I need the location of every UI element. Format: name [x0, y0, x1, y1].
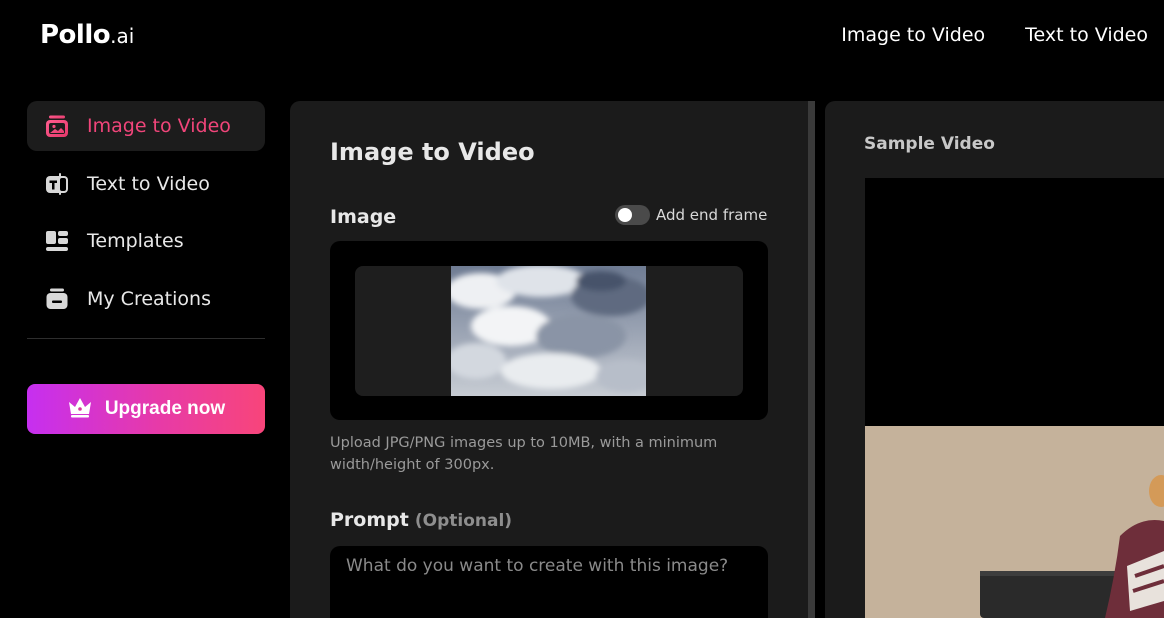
prompt-input[interactable]	[330, 546, 768, 618]
sample-video-frame	[865, 426, 1164, 618]
toggle-knob	[618, 208, 632, 222]
image-upload-area[interactable]	[330, 241, 768, 420]
creations-icon	[44, 286, 70, 312]
sidebar-item-image-to-video[interactable]: Image to Video	[27, 101, 265, 151]
add-end-frame-label: Add end frame	[656, 206, 768, 224]
sidebar-item-label: Image to Video	[87, 115, 231, 137]
sidebar-item-label: My Creations	[87, 287, 211, 310]
templates-icon	[44, 228, 70, 254]
logo-suffix-text: .ai	[110, 24, 135, 48]
image-to-video-panel: Image to Video Image Add end frame Uploa…	[290, 101, 808, 618]
upgrade-now-label: Upgrade now	[104, 397, 226, 419]
prompt-label: Prompt (Optional)	[330, 509, 512, 531]
sidebar-item-label: Text to Video	[87, 172, 210, 195]
topnav-text-to-video-link[interactable]: Text to Video	[1025, 24, 1148, 46]
sidebar-item-my-creations[interactable]: My Creations	[27, 274, 265, 324]
sample-video-player[interactable]	[865, 178, 1164, 618]
page-title: Image to Video	[330, 138, 535, 166]
text-icon	[44, 171, 70, 197]
panel-scrollbar[interactable]	[808, 101, 815, 618]
add-end-frame-toggle[interactable]: Add end frame	[615, 205, 767, 225]
image-section-label: Image	[330, 206, 397, 228]
sidebar-item-text-to-video[interactable]: Text to Video	[27, 159, 265, 209]
image-preview-area	[355, 266, 743, 396]
crown-icon	[67, 396, 93, 421]
upgrade-now-button[interactable]: Upgrade now	[27, 383, 265, 434]
sample-video-title: Sample Video	[864, 134, 995, 154]
upload-hint: Upload JPG/PNG images up to 10MB, with a…	[330, 435, 718, 473]
toggle-switch[interactable]	[615, 205, 650, 225]
sidebar: Image to Video Text to Video Templates M…	[27, 101, 265, 434]
uploaded-image-preview	[451, 266, 646, 396]
image-icon	[44, 113, 70, 139]
top-navigation: Image to Video Text to Video	[841, 24, 1148, 46]
logo-main-text: Pollo	[40, 20, 111, 50]
sidebar-item-templates[interactable]: Templates	[27, 216, 265, 266]
prompt-title: Prompt	[330, 509, 409, 531]
topnav-image-to-video-link[interactable]: Image to Video	[841, 24, 985, 46]
sidebar-divider	[27, 337, 265, 339]
sidebar-item-label: Templates	[87, 230, 184, 252]
prompt-optional-tag: (Optional)	[414, 511, 513, 531]
logo[interactable]: Pollo .ai	[40, 20, 134, 54]
sample-video-panel: Sample Video	[825, 101, 1164, 618]
